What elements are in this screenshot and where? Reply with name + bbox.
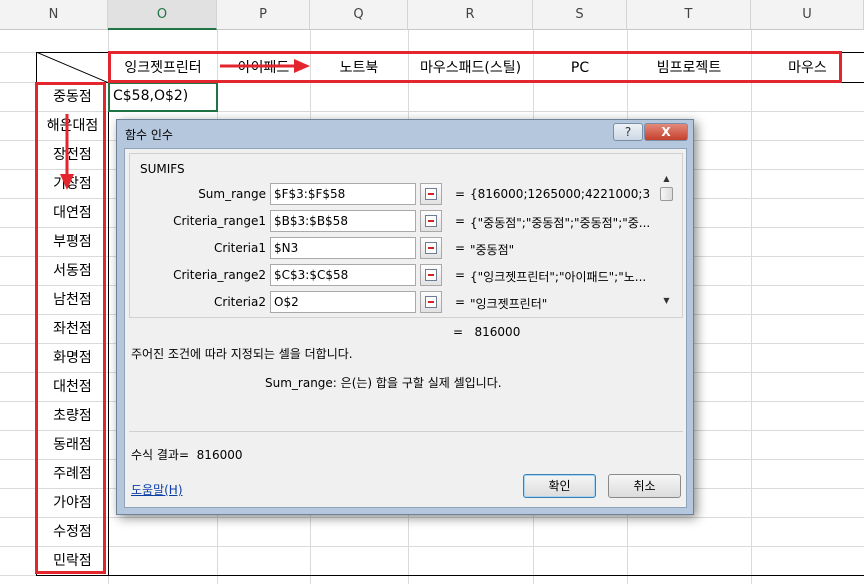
column-header-p[interactable]: P bbox=[217, 0, 310, 30]
down-arrow-icon bbox=[60, 114, 74, 190]
column-header-n[interactable]: N bbox=[0, 0, 108, 30]
argument-description: Sum_range: 은(는) 합을 구할 실제 셀입니다. bbox=[265, 376, 502, 390]
criteria2-input[interactable]: O$2 bbox=[270, 291, 416, 313]
formula-result: 수식 결과= 816000 bbox=[131, 446, 242, 463]
corner-diagonal bbox=[36, 52, 109, 83]
argument-row-criteria-range1: Criteria_range1 $B$3:$B$58 = {"중동점";"중동점… bbox=[130, 210, 666, 234]
function-arguments-dialog[interactable]: 함수 인수 ? X SUMIFS Sum_range $F$3:$F$58 = … bbox=[116, 119, 694, 515]
argument-row-sum-range: Sum_range $F$3:$F$58 = {816000;1265000;4… bbox=[130, 183, 666, 207]
table-border bbox=[108, 52, 109, 575]
active-cell-formula[interactable]: C$58,O$2) bbox=[108, 82, 218, 112]
range-select-icon bbox=[425, 215, 437, 227]
argument-preview: {816000;1265000;4221000;3283 bbox=[470, 187, 650, 201]
right-arrow-icon bbox=[220, 59, 310, 73]
divider bbox=[129, 431, 683, 432]
equals-sign: = bbox=[455, 268, 466, 282]
function-result: = 816000 bbox=[453, 325, 520, 339]
argument-preview: {"잉크젯프린터";"아이패드";"노... bbox=[470, 270, 647, 284]
scroll-thumb[interactable] bbox=[660, 187, 673, 201]
range-select-icon bbox=[425, 269, 437, 281]
close-button[interactable]: X bbox=[644, 123, 688, 141]
dialog-titlebar[interactable]: 함수 인수 ? X bbox=[117, 120, 693, 148]
gridline bbox=[0, 517, 864, 518]
dialog-body: SUMIFS Sum_range $F$3:$F$58 = {816000;12… bbox=[124, 148, 687, 508]
range-select-icon bbox=[425, 296, 437, 308]
ok-button[interactable]: 확인 bbox=[523, 474, 596, 498]
help-link[interactable]: 도움말(H) bbox=[131, 481, 183, 498]
column-header-o[interactable]: O bbox=[108, 0, 217, 30]
argument-row-criteria-range2: Criteria_range2 $C$3:$C$58 = {"잉크젯프린터";"… bbox=[130, 264, 666, 288]
arguments-scrollbar[interactable]: ▲ ▼ bbox=[658, 172, 675, 308]
equals-sign: = bbox=[455, 214, 466, 228]
scroll-down-icon[interactable]: ▼ bbox=[658, 294, 675, 308]
column-header-r[interactable]: R bbox=[408, 0, 533, 30]
function-description: 주어진 조건에 따라 지정되는 셀을 더합니다. bbox=[131, 347, 353, 361]
function-name: SUMIFS bbox=[140, 162, 185, 176]
equals-sign: = bbox=[455, 295, 466, 309]
formula-result-label: 수식 결과= bbox=[131, 448, 190, 462]
criteria-range1-input[interactable]: $B$3:$B$58 bbox=[270, 210, 416, 232]
argument-preview: "중동점" bbox=[470, 243, 515, 257]
help-button[interactable]: ? bbox=[613, 123, 643, 141]
range-select-icon bbox=[425, 188, 437, 200]
criteria-range2-input[interactable]: $C$3:$C$58 bbox=[270, 264, 416, 286]
collapse-dialog-button[interactable] bbox=[420, 264, 442, 286]
argument-label: Criteria2 bbox=[214, 295, 266, 309]
argument-label: Criteria1 bbox=[214, 241, 266, 255]
gridline bbox=[0, 546, 864, 547]
cancel-button[interactable]: 취소 bbox=[608, 474, 681, 498]
column-header-u[interactable]: U bbox=[751, 0, 864, 30]
collapse-dialog-button[interactable] bbox=[420, 183, 442, 205]
arguments-group: SUMIFS Sum_range $F$3:$F$58 = {816000;12… bbox=[129, 153, 683, 318]
sum-range-input[interactable]: $F$3:$F$58 bbox=[270, 183, 416, 205]
range-select-icon bbox=[425, 242, 437, 254]
equals-sign: = bbox=[455, 187, 466, 201]
result-value: 816000 bbox=[474, 325, 521, 339]
argument-label: Criteria_range1 bbox=[173, 214, 266, 228]
argument-label: Criteria_range2 bbox=[173, 268, 266, 282]
argument-row-criteria2: Criteria2 O$2 = "잉크젯프린터" bbox=[130, 291, 666, 315]
table-border bbox=[36, 575, 864, 576]
column-header-t[interactable]: T bbox=[627, 0, 751, 30]
collapse-dialog-button[interactable] bbox=[420, 291, 442, 313]
equals-sign: = bbox=[453, 325, 464, 339]
collapse-dialog-button[interactable] bbox=[420, 237, 442, 259]
gridline bbox=[751, 30, 752, 584]
argument-label: Sum_range bbox=[198, 187, 266, 201]
argument-row-criteria1: Criteria1 $N3 = "중동점" bbox=[130, 237, 666, 261]
scroll-up-icon[interactable]: ▲ bbox=[658, 172, 675, 186]
dialog-title: 함수 인수 bbox=[125, 128, 173, 142]
column-header-s[interactable]: S bbox=[533, 0, 627, 30]
equals-sign: = bbox=[455, 241, 466, 255]
argument-preview: {"중동점";"중동점";"중동점";"중... bbox=[470, 216, 650, 230]
formula-result-value: 816000 bbox=[196, 448, 243, 462]
criteria1-input[interactable]: $N3 bbox=[270, 237, 416, 259]
argument-preview: "잉크젯프린터" bbox=[470, 297, 548, 311]
collapse-dialog-button[interactable] bbox=[420, 210, 442, 232]
column-header-q[interactable]: Q bbox=[310, 0, 408, 30]
